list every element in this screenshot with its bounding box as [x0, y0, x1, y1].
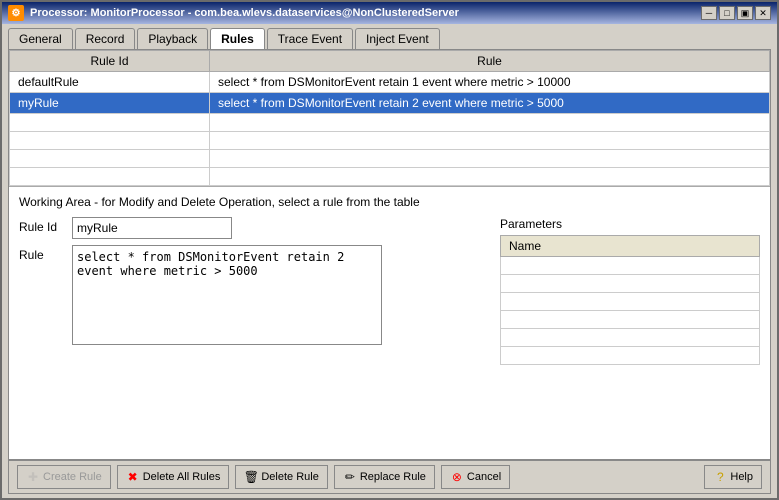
rule-textarea[interactable]: select * from DSMonitorEvent retain 2 ev… — [72, 245, 382, 345]
window-title: Processor: MonitorProcessor - com.bea.wl… — [30, 7, 459, 19]
working-area: Working Area - for Modify and Delete Ope… — [9, 187, 770, 459]
working-body: Rule Id Rule select * from DSMonitorEven… — [19, 217, 760, 451]
table-row[interactable] — [10, 132, 770, 150]
cancel-icon: ⊗ — [450, 470, 464, 484]
replace-rule-icon: ✏ — [343, 470, 357, 484]
params-panel: Parameters Name — [500, 217, 760, 451]
help-button[interactable]: ? Help — [704, 465, 762, 489]
working-area-title: Working Area - for Modify and Delete Ope… — [19, 195, 760, 209]
rule-label: Rule — [19, 245, 64, 262]
params-row — [501, 347, 760, 365]
delete-all-icon: ✖ — [126, 470, 140, 484]
minimize-button[interactable]: ─ — [701, 6, 717, 20]
rules-table-wrapper: Rule Id Rule defaultRule select * from D… — [9, 50, 770, 187]
rule-id-label: Rule Id — [19, 217, 64, 234]
tab-inject-event[interactable]: Inject Event — [355, 28, 440, 49]
table-row[interactable]: myRule select * from DSMonitorEvent reta… — [10, 93, 770, 114]
left-form: Rule Id Rule select * from DSMonitorEven… — [19, 217, 490, 451]
delete-rule-label: Delete Rule — [261, 471, 318, 483]
rules-table: Rule Id Rule defaultRule select * from D… — [9, 50, 770, 186]
title-bar: ⚙ Processor: MonitorProcessor - com.bea.… — [2, 2, 777, 24]
replace-rule-button[interactable]: ✏ Replace Rule — [334, 465, 435, 489]
help-icon: ? — [713, 470, 727, 484]
table-row[interactable]: defaultRule select * from DSMonitorEvent… — [10, 72, 770, 93]
delete-all-rules-button[interactable]: ✖ Delete All Rules — [117, 465, 230, 489]
create-rule-label: Create Rule — [43, 471, 102, 483]
params-row — [501, 257, 760, 275]
restore-button[interactable]: ▣ — [737, 6, 753, 20]
cancel-label: Cancel — [467, 471, 501, 483]
rule-row: Rule select * from DSMonitorEvent retain… — [19, 245, 490, 345]
rule-id-input[interactable] — [72, 217, 232, 239]
tab-playback[interactable]: Playback — [137, 28, 208, 49]
rule-id-row: Rule Id — [19, 217, 490, 239]
main-window: ⚙ Processor: MonitorProcessor - com.bea.… — [0, 0, 779, 500]
params-title: Parameters — [500, 217, 760, 231]
cell-rule: select * from DSMonitorEvent retain 2 ev… — [210, 93, 770, 114]
tabs-bar: General Record Playback Rules Trace Even… — [2, 24, 777, 49]
col-rule-id: Rule Id — [10, 51, 210, 72]
col-rule: Rule — [210, 51, 770, 72]
tab-record[interactable]: Record — [75, 28, 136, 49]
delete-all-label: Delete All Rules — [143, 471, 221, 483]
replace-rule-label: Replace Rule — [360, 471, 426, 483]
close-button[interactable]: ✕ — [755, 6, 771, 20]
bottom-toolbar: ✚ Create Rule ✖ Delete All Rules 🗑 Delet… — [8, 460, 771, 494]
params-row — [501, 311, 760, 329]
delete-rule-button[interactable]: 🗑 Delete Rule — [235, 465, 327, 489]
cancel-button[interactable]: ⊗ Cancel — [441, 465, 510, 489]
tab-rules[interactable]: Rules — [210, 28, 265, 49]
params-row — [501, 275, 760, 293]
params-table: Name — [500, 235, 760, 365]
help-label: Help — [730, 471, 753, 483]
table-row[interactable] — [10, 114, 770, 132]
create-rule-button[interactable]: ✚ Create Rule — [17, 465, 111, 489]
create-rule-icon: ✚ — [26, 470, 40, 484]
table-row[interactable] — [10, 150, 770, 168]
content-area: Rule Id Rule defaultRule select * from D… — [8, 49, 771, 460]
cell-rule: select * from DSMonitorEvent retain 1 ev… — [210, 72, 770, 93]
params-row — [501, 293, 760, 311]
app-icon: ⚙ — [8, 5, 24, 21]
tab-trace-event[interactable]: Trace Event — [267, 28, 353, 49]
params-col-name: Name — [501, 236, 760, 257]
params-row — [501, 329, 760, 347]
maximize-button[interactable]: □ — [719, 6, 735, 20]
tab-general[interactable]: General — [8, 28, 73, 49]
cell-rule-id: defaultRule — [10, 72, 210, 93]
table-row[interactable] — [10, 168, 770, 186]
delete-rule-icon: 🗑 — [244, 470, 258, 484]
cell-rule-id: myRule — [10, 93, 210, 114]
